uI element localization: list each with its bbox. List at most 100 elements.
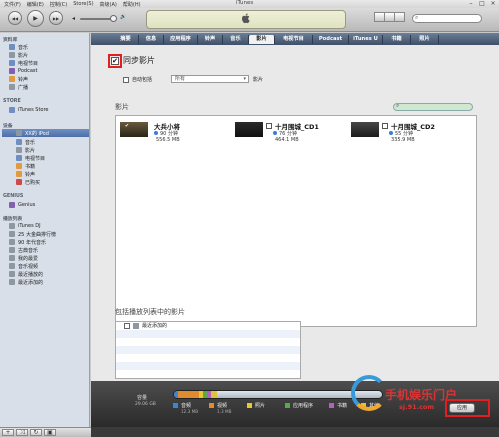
tab-movies[interactable]: 影片 [249,35,275,44]
menu-edit[interactable]: 编辑(E) [27,1,44,8]
tab-info[interactable]: 信息 [139,35,164,44]
tab-summary[interactable]: 摘要 [113,35,139,44]
sidebar-item-playlist[interactable]: 90 年代音乐 [9,238,46,246]
sidebar-item-movies[interactable]: 影片 [9,51,28,59]
volume-slider-knob[interactable] [110,15,117,22]
next-button[interactable]: ▶▶ [49,11,63,25]
sidebar-item-podcast[interactable]: Podcast [9,67,37,75]
tab-podcast[interactable]: Podcast [313,35,349,44]
tab-music[interactable]: 音乐 [223,35,249,44]
previous-button[interactable]: ◀◀ [8,11,22,25]
sidebar-item-label: 影片 [25,147,36,154]
sidebar-item-genius[interactable]: Genius [9,201,35,209]
menu-advanced[interactable]: 高级(A) [100,1,117,8]
sidebar-item-label: 电视节目 [18,60,39,67]
tab-itunes-u[interactable]: iTunes U [349,35,383,44]
auto-include-suffix: 影片 [253,77,264,83]
sidebar-item-label: 铃声 [25,171,36,178]
movie-filter-input[interactable] [393,103,473,111]
movie-checkbox[interactable] [382,123,388,129]
movie-item[interactable]: 十月围城_CD1 76 分钟 464.1 MB [235,119,345,149]
legend-swatch [247,403,252,408]
smart-playlist-icon [9,239,15,245]
sidebar-item-ringtones[interactable]: 铃声 [9,75,28,83]
artwork-button[interactable]: ▣ [44,429,56,436]
sidebar-item-label: 音乐 [25,139,36,146]
sidebar-item-playlist[interactable]: 25 大金曲排行榜 [9,230,56,238]
repeat-button[interactable]: ↻ [30,429,42,436]
sidebar-item-device-music[interactable]: 音乐 [16,138,35,146]
genius-icon [9,202,15,208]
highlight-box [108,54,122,68]
close-button[interactable]: × [488,0,498,7]
book-icon [16,163,22,169]
movie-checkbox[interactable]: ✔ [124,124,130,130]
play-button[interactable]: ▶ [27,10,44,27]
search-input[interactable] [412,14,482,23]
sidebar-item-itunes-dj[interactable]: iTunes DJ [9,222,41,230]
sidebar-item-label: 书籍 [25,163,36,170]
tab-photos[interactable]: 照片 [411,35,439,44]
list-row-empty [116,330,300,338]
sidebar-heading-genius: GENIUS [3,194,24,199]
tab-tv-shows[interactable]: 电视节目 [275,35,313,44]
maximize-button[interactable]: □ [477,0,487,7]
legend-label: 照片 [255,403,266,409]
menu-file[interactable]: 文件(F) [4,1,21,8]
sidebar-item-device[interactable]: XX的 iPod [2,129,89,137]
tv-icon [16,155,22,161]
sidebar-item-playlist[interactable]: 最近添加的 [9,278,43,286]
playlists-section-heading: 包括播放列表中的影片 [115,308,185,316]
smart-playlist-icon [9,279,15,285]
sidebar-item-music[interactable]: 音乐 [9,43,28,51]
auto-include-select[interactable]: 所有 ▾ [171,75,249,83]
menu-store[interactable]: Store(S) [73,1,93,7]
sidebar-item-playlist[interactable]: 最近播放的 [9,270,43,278]
playlist-checkbox[interactable] [124,323,130,329]
purchased-icon [16,179,22,185]
auto-include-label: 自动包括 [132,77,153,83]
movie-item[interactable]: ✔ 大兵小将 90 分钟 556.5 MB [120,119,230,149]
add-playlist-button[interactable]: + [2,429,14,436]
coverflow-view-button[interactable] [394,12,405,22]
sidebar-item-label: 铃声 [18,76,29,83]
tab-ringtones[interactable]: 铃声 [198,35,223,44]
sidebar-item-label: 影片 [18,52,29,59]
sidebar-item-label: 最近添加的 [18,279,44,286]
tab-books[interactable]: 书籍 [383,35,411,44]
sidebar-item-device-books[interactable]: 书籍 [16,162,35,170]
tab-apps[interactable]: 应用程序 [164,35,198,44]
unwatched-dot-icon [389,131,393,135]
list-item[interactable]: 最近添加的 [116,322,300,330]
sidebar-item-device-ringtones[interactable]: 铃声 [16,170,35,178]
list-row-empty [116,362,300,370]
menu-help[interactable]: 帮助(H) [123,1,141,8]
status-strip [91,427,499,437]
sidebar-item-label: iTunes Store [18,107,49,113]
auto-include-checkbox[interactable] [123,76,129,83]
sidebar-item-playlist[interactable]: 我的最爱 [9,254,38,262]
sidebar-item-itunes-store[interactable]: iTunes Store [9,106,49,114]
unwatched-dot-icon [154,131,158,135]
capacity-label: 容量 [137,395,148,401]
sidebar-item-playlist[interactable]: 古典音乐 [9,246,38,254]
movie-checkbox[interactable] [266,123,272,129]
ipod-icon [16,130,22,136]
view-selector[interactable] [374,12,405,22]
sidebar-item-tv-shows[interactable]: 电视节目 [9,59,38,67]
capacity-bar-area: 容量 29.06 GB 音频 12.3 MB 视频 1.3 MB 照片 应用程序… [91,375,499,427]
tab-bar: 摘要 信息 应用程序 铃声 音乐 影片 电视节目 Podcast iTunes … [91,33,499,45]
sidebar-item-radio[interactable]: 广播 [9,83,28,91]
legend-label: 书籍 [337,403,348,409]
sidebar: 资料库 音乐 影片 电视节目 Podcast 铃声 广播 STORE iTune… [0,33,90,427]
sidebar-item-device-movies[interactable]: 影片 [16,146,35,154]
movie-item[interactable]: 十月围城_CD2 55 分钟 335.9 MB [351,119,461,149]
minimize-button[interactable]: – [466,0,476,7]
shuffle-button[interactable]: ⤨ [16,429,28,436]
menu-controls[interactable]: 控制(C) [50,1,67,8]
sidebar-item-device-purchased[interactable]: 已购买 [16,178,40,186]
sidebar-item-device-tv-shows[interactable]: 电视节目 [16,154,45,162]
sidebar-heading-library: 资料库 [3,38,18,43]
movie-duration: 90 分钟 [154,130,178,137]
sidebar-item-playlist[interactable]: 音乐视频 [9,262,38,270]
